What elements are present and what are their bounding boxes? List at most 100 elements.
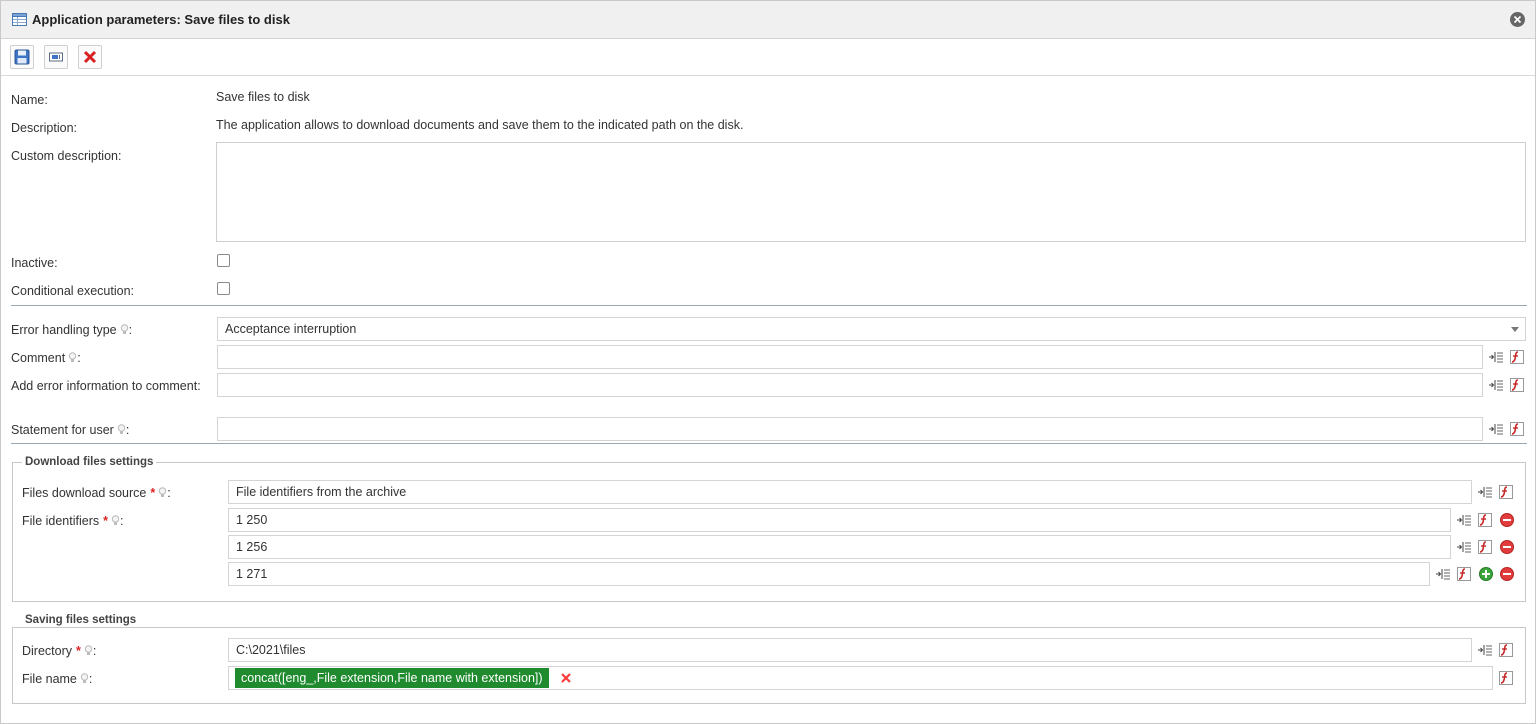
function-editor-button[interactable] (1498, 642, 1514, 658)
title-bar: Application parameters: Save files to di… (1, 1, 1535, 39)
section-divider (11, 305, 1527, 306)
function-icon (1478, 540, 1492, 554)
inactive-label: Inactive: (11, 256, 58, 270)
function-icon (1499, 643, 1513, 657)
insert-list-icon (1436, 569, 1450, 580)
function-icon (1478, 513, 1492, 527)
save-window-icon (49, 52, 63, 62)
lightbulb-icon (159, 487, 167, 497)
directory-input[interactable]: C:\2021\files (228, 638, 1472, 662)
chevron-down-icon (1511, 327, 1519, 332)
insert-list-icon (1457, 515, 1471, 526)
file-name-label-text: File name (22, 672, 77, 686)
remove-token-icon[interactable] (560, 672, 572, 684)
function-icon (1510, 422, 1524, 436)
error-handling-type-select[interactable]: Acceptance interruption (217, 317, 1526, 341)
statement-for-user-label-text: Statement for user (11, 423, 114, 437)
minus-circle-icon (1500, 513, 1514, 527)
comment-input[interactable] (217, 345, 1483, 369)
comment-label: Comment: (11, 351, 81, 365)
statement-for-user-label: Statement for user: (11, 423, 130, 437)
files-download-source-label-text: Files download source (22, 486, 147, 500)
file-identifier-input[interactable]: 1 250 (228, 508, 1451, 532)
lightbulb-icon (111, 515, 120, 525)
error-handling-type-label-text: Error handling type (11, 323, 117, 337)
description-label: Description: (11, 121, 77, 135)
files-download-source-label: Files download source *: (22, 486, 171, 500)
save-button[interactable] (10, 45, 34, 69)
insert-variable-button[interactable] (1435, 566, 1451, 582)
file-identifiers-label-text: File identifiers (22, 514, 100, 528)
lightbulb-icon (120, 324, 128, 334)
file-identifier-input[interactable]: 1 256 (228, 535, 1451, 559)
insert-variable-button[interactable] (1456, 539, 1472, 555)
custom-description-label: Custom description: (11, 149, 122, 163)
table-icon (12, 13, 27, 26)
plus-circle-icon (1479, 567, 1493, 581)
insert-variable-button[interactable] (1477, 484, 1493, 500)
function-editor-button[interactable] (1509, 421, 1525, 437)
error-handling-type-label: Error handling type: (11, 323, 133, 337)
insert-list-icon (1489, 380, 1503, 391)
description-value: The application allows to download docum… (216, 118, 744, 132)
file-identifiers-label: File identifiers *: (22, 514, 124, 528)
file-name-label: File name: (22, 672, 93, 686)
add-identifier-button[interactable] (1478, 566, 1494, 582)
save-and-close-button[interactable] (44, 45, 68, 69)
directory-label: Directory *: (22, 644, 97, 658)
remove-identifier-button[interactable] (1499, 566, 1515, 582)
function-editor-button[interactable] (1456, 566, 1472, 582)
insert-variable-button[interactable] (1488, 421, 1504, 437)
insert-list-icon (1457, 542, 1471, 553)
minus-circle-icon (1500, 567, 1514, 581)
close-icon (1513, 15, 1522, 24)
function-editor-button[interactable] (1509, 349, 1525, 365)
lightbulb-icon (80, 673, 89, 683)
window-title: Application parameters: Save files to di… (32, 12, 290, 27)
function-editor-button[interactable] (1509, 377, 1525, 393)
function-icon (1510, 378, 1524, 392)
name-value: Save files to disk (216, 90, 310, 104)
insert-variable-button[interactable] (1488, 377, 1504, 393)
function-editor-button[interactable] (1498, 484, 1514, 500)
name-label: Name: (11, 93, 48, 107)
required-marker: * (150, 486, 156, 500)
statement-for-user-input[interactable] (217, 417, 1483, 441)
cancel-button[interactable] (78, 45, 102, 69)
directory-label-text: Directory (22, 644, 73, 658)
file-identifier-input[interactable]: 1 271 (228, 562, 1430, 586)
insert-variable-button[interactable] (1477, 642, 1493, 658)
app-parameters-window: Application parameters: Save files to di… (0, 0, 1536, 724)
remove-identifier-button[interactable] (1499, 512, 1515, 528)
minus-circle-icon (1500, 540, 1514, 554)
inactive-checkbox[interactable] (217, 254, 230, 267)
close-window-button[interactable] (1510, 12, 1525, 27)
custom-description-textarea[interactable] (216, 142, 1526, 242)
insert-list-icon (1489, 424, 1503, 435)
toolbar (1, 39, 1535, 76)
floppy-disk-icon (14, 49, 30, 65)
required-marker: * (103, 514, 108, 528)
files-download-source-input[interactable]: File identifiers from the archive (228, 480, 1472, 504)
error-handling-type-value: Acceptance interruption (225, 322, 357, 336)
insert-variable-button[interactable] (1456, 512, 1472, 528)
function-icon (1510, 350, 1524, 364)
remove-identifier-button[interactable] (1499, 539, 1515, 555)
insert-list-icon (1478, 487, 1492, 498)
insert-list-icon (1489, 352, 1503, 363)
conditional-execution-checkbox[interactable] (217, 282, 230, 295)
function-icon (1499, 485, 1513, 499)
add-error-info-input[interactable] (217, 373, 1483, 397)
function-icon (1499, 671, 1513, 685)
function-editor-button[interactable] (1477, 539, 1493, 555)
add-error-info-label: Add error information to comment: (11, 379, 201, 393)
function-editor-button[interactable] (1498, 670, 1514, 686)
file-name-expression-input[interactable]: concat([eng_,File extension,File name wi… (228, 666, 1493, 690)
function-editor-button[interactable] (1477, 512, 1493, 528)
insert-variable-button[interactable] (1488, 349, 1504, 365)
lightbulb-icon (117, 424, 126, 434)
comment-label-text: Comment (11, 351, 66, 365)
red-x-icon (83, 50, 97, 64)
expression-token[interactable]: concat([eng_,File extension,File name wi… (235, 668, 549, 688)
download-files-legend: Download files settings (22, 456, 157, 468)
